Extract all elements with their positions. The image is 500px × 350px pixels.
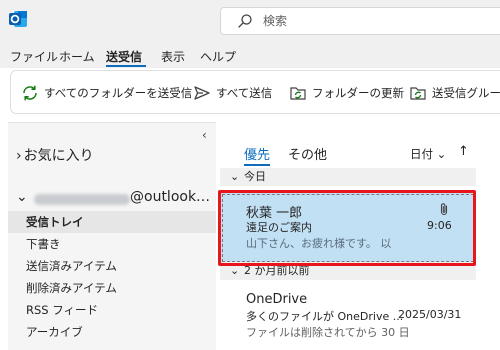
account-domain: @outlook… — [130, 189, 211, 205]
tab-view[interactable]: 表示 — [161, 48, 185, 65]
folder-sent-items[interactable]: 送信済みアイテム — [8, 255, 216, 277]
tab-help[interactable]: ヘルプ — [200, 48, 236, 65]
search-input[interactable] — [263, 11, 463, 31]
folder-drafts[interactable]: 下書き — [8, 233, 216, 255]
attachment-icon — [440, 203, 448, 216]
update-folder-label: フォルダーの更新 — [312, 86, 404, 100]
message-preview: 山下さん、お疲れ様です。 以 — [246, 237, 392, 250]
chevron-down-icon: ⌄ — [16, 189, 28, 205]
menu-bar: ファイル ホーム 送受信 表示 ヘルプ — [0, 44, 500, 68]
tab-send-receive[interactable]: 送受信 — [106, 48, 142, 65]
send-receive-all-folders-label: すべてのフォルダーを送受信 — [44, 86, 193, 100]
update-folder-button[interactable]: フォルダーの更新 — [289, 82, 404, 104]
message-time: 2025/03/31 — [398, 308, 462, 321]
chevron-right-icon: › — [16, 148, 22, 164]
active-tab-indicator — [106, 65, 146, 67]
send-icon — [194, 86, 210, 100]
redacted-account-name — [34, 194, 130, 205]
search-box[interactable] — [220, 7, 500, 35]
message-subject: 遠足のご案内 — [246, 221, 312, 234]
group-header-today[interactable]: ⌄ 今日 — [220, 168, 476, 186]
send-all-button[interactable]: すべて送信 — [193, 82, 272, 104]
message-time: 9:06 — [427, 219, 452, 232]
title-bar — [0, 0, 500, 44]
sync-icon — [23, 85, 37, 101]
group-header-older[interactable]: ⌄ 2 か月前以前 — [220, 262, 476, 280]
tab-focused[interactable]: 優先 — [244, 144, 270, 163]
send-receive-groups-button[interactable]: 送受信グルー — [409, 82, 500, 104]
message-list: 優先 その他 日付 ⌄ ↑ ⌄ 今日 秋葉 一郎 遠足のご案内 9:06 山下さん… — [220, 122, 500, 350]
folder-archive[interactable]: アーカイブ — [8, 321, 216, 343]
focused-tab-indicator — [244, 164, 270, 166]
tab-other[interactable]: その他 — [288, 144, 327, 163]
ribbon-toolbar: すべてのフォルダーを送受信 すべて送信 フォルダーの更新 送受信グルー — [10, 70, 500, 114]
chevron-down-icon: ⌄ — [230, 264, 240, 277]
tab-home[interactable]: ホーム — [59, 48, 95, 65]
collapse-pane-icon[interactable]: ‹ — [202, 128, 207, 142]
send-receive-group-icon — [410, 87, 426, 100]
search-icon — [238, 14, 252, 28]
tab-file[interactable]: ファイル — [10, 48, 58, 65]
folder-rss-feeds[interactable]: RSS フィード — [8, 299, 216, 321]
sort-direction-icon[interactable]: ↑ — [458, 144, 469, 159]
folder-deleted-items[interactable]: 削除済みアイテム — [8, 277, 216, 299]
outlook-logo-icon — [9, 11, 27, 27]
group-label: 今日 — [244, 170, 266, 183]
send-receive-groups-label: 送受信グルー — [432, 86, 500, 100]
folder-inbox[interactable]: 受信トレイ — [8, 211, 216, 233]
sort-by-date-button[interactable]: 日付 ⌄ — [410, 146, 446, 162]
message-preview: ファイルは削除されてから 30 日 — [246, 326, 410, 339]
folder-pane: ‹ › お気に入り ⌄ @outlook… 受信トレイ 下書き 送信済みアイテム … — [8, 122, 216, 350]
message-subject: 多くのファイルが OneDrive ... — [246, 310, 404, 323]
group-label: 2 か月前以前 — [244, 264, 310, 277]
message-sender: OneDrive — [246, 292, 308, 307]
favorites-header[interactable]: › お気に入り — [16, 145, 94, 165]
account-header[interactable]: ⌄ @outlook… — [16, 189, 212, 209]
favorites-label: お気に入り — [23, 148, 94, 164]
send-all-label: すべて送信 — [216, 86, 273, 100]
folder-refresh-icon — [290, 87, 306, 100]
chevron-down-icon: ⌄ — [230, 170, 240, 183]
send-receive-all-folders-button[interactable]: すべてのフォルダーを送受信 — [21, 82, 192, 104]
